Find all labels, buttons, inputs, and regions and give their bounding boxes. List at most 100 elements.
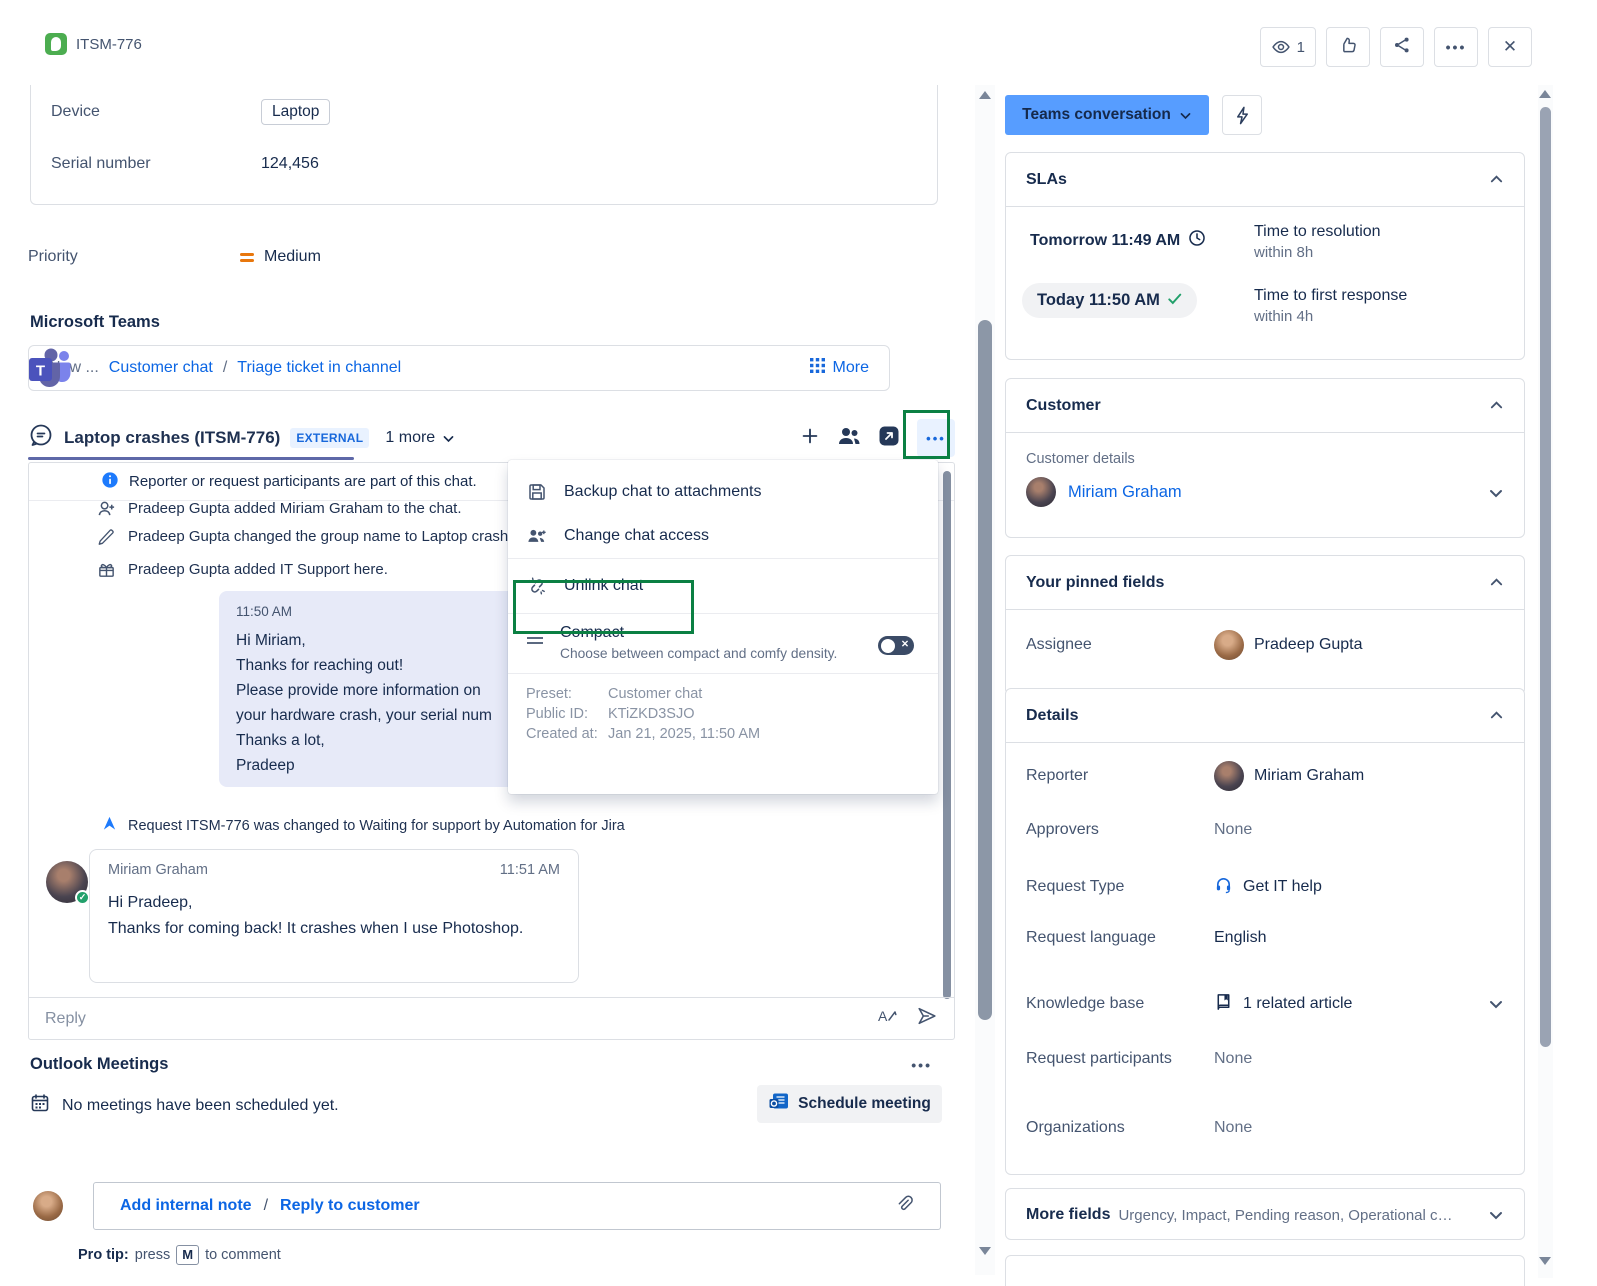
- chat-tab-bar: Laptop crashes (ITSM-776) EXTERNAL 1 mor…: [28, 416, 955, 460]
- send-icon[interactable]: [916, 1005, 938, 1032]
- knowledge-base-text: 1 related article: [1243, 995, 1353, 1012]
- chat-more-menu-button[interactable]: •••: [917, 419, 955, 457]
- request-type-icon: [45, 33, 67, 55]
- teams-link-separator: /: [222, 359, 228, 376]
- scroll-up-icon[interactable]: [979, 91, 991, 99]
- chevron-up-icon[interactable]: [1489, 172, 1504, 187]
- public-id-label: Public ID:: [526, 706, 589, 722]
- device-value[interactable]: Laptop: [261, 99, 331, 125]
- scroll-up-icon[interactable]: [1539, 90, 1551, 98]
- customer-chat-link[interactable]: Customer chat: [109, 359, 213, 377]
- chat-scrollbar-thumb[interactable]: [943, 471, 951, 999]
- details-header[interactable]: Details: [1006, 689, 1524, 743]
- request-type-value[interactable]: Get IT help: [1214, 875, 1322, 899]
- slas-card: SLAs Tomorrow 11:49 AM Time to resolutio…: [1005, 152, 1525, 360]
- teams-integration-row: T New ... Customer chat / Triage ticket …: [28, 345, 950, 391]
- watch-count: 1: [1296, 38, 1305, 56]
- request-language-value[interactable]: English: [1214, 929, 1266, 947]
- assignee-value[interactable]: Pradeep Gupta: [1214, 630, 1363, 660]
- close-button[interactable]: ✕: [1488, 27, 1532, 67]
- participants-icon[interactable]: [837, 425, 861, 452]
- main-scrollbar-thumb[interactable]: [978, 320, 992, 1020]
- request-language-row: Request language English: [1026, 929, 1504, 947]
- more-fields-title: More fields: [1026, 1206, 1111, 1223]
- customer-avatar[interactable]: ✓: [46, 861, 90, 905]
- menu-item-label: Backup chat to attachments: [564, 483, 762, 500]
- menu-item-label: Change chat access: [564, 527, 709, 544]
- customer-details-row[interactable]: Miriam Graham: [1026, 477, 1182, 507]
- scroll-down-icon[interactable]: [979, 1247, 991, 1255]
- chat-tab-title[interactable]: Laptop crashes (ITSM-776): [64, 428, 280, 448]
- open-in-teams-icon[interactable]: [877, 424, 901, 453]
- gift-icon: [96, 560, 116, 579]
- reply-input[interactable]: Reply: [45, 1010, 86, 1028]
- more-tabs-dropdown[interactable]: 1 more: [385, 429, 455, 447]
- automation-icon: [101, 815, 118, 836]
- pinned-fields-header[interactable]: Your pinned fields: [1006, 556, 1524, 610]
- reply-to-customer-link[interactable]: Reply to customer: [280, 1197, 420, 1215]
- organizations-value[interactable]: None: [1214, 1119, 1252, 1137]
- share-button[interactable]: [1380, 27, 1424, 67]
- no-meetings-text: No meetings have been scheduled yet.: [62, 1096, 339, 1114]
- message-line: Hi Pradeep,: [108, 894, 193, 911]
- chevron-down-icon[interactable]: [1488, 1207, 1504, 1223]
- sla-name-resolution: Time to resolution within 8h: [1254, 223, 1381, 261]
- add-tab-icon[interactable]: [799, 425, 821, 452]
- panel-scrollbar[interactable]: [1538, 85, 1553, 1278]
- approvers-value[interactable]: None: [1214, 821, 1252, 839]
- book-icon: [1214, 992, 1233, 1016]
- attach-icon[interactable]: [894, 1194, 914, 1219]
- chat-options-menu: Backup chat to attachments Change chat a…: [508, 460, 938, 794]
- message-time: 11:51 AM: [499, 862, 560, 878]
- request-type-label: Request Type: [1026, 878, 1125, 895]
- menu-item-change-access[interactable]: Change chat access: [508, 514, 938, 558]
- teams-conversation-button[interactable]: Teams conversation: [1005, 95, 1209, 135]
- main-scrollbar[interactable]: [975, 85, 995, 1275]
- chevron-up-icon[interactable]: [1489, 708, 1504, 723]
- customer-name-link[interactable]: Miriam Graham: [1068, 483, 1182, 502]
- triage-ticket-link[interactable]: Triage ticket in channel: [237, 359, 401, 377]
- chevron-up-icon[interactable]: [1489, 398, 1504, 413]
- menu-item-compact[interactable]: Compact Choose between compact and comfy…: [508, 614, 938, 673]
- automation-message: Request ITSM-776 was changed to Waiting …: [101, 815, 625, 836]
- serial-value[interactable]: 124,456: [261, 155, 319, 173]
- reporter-name: Miriam Graham: [1254, 767, 1365, 784]
- menu-item-unlink-chat[interactable]: Unlink chat: [508, 559, 938, 613]
- compact-toggle[interactable]: ✕: [878, 636, 914, 655]
- schedule-meeting-button[interactable]: Schedule meeting: [757, 1085, 942, 1123]
- reporter-label: Reporter: [1026, 767, 1089, 784]
- next-card-partial: [1005, 1255, 1525, 1286]
- format-text-icon[interactable]: A: [876, 1006, 898, 1031]
- teams-more-button[interactable]: More: [809, 358, 869, 378]
- request-participants-value[interactable]: None: [1214, 1050, 1252, 1068]
- automation-shortcut-button[interactable]: [1222, 95, 1262, 135]
- comment-box[interactable]: Add internal note / Reply to customer: [93, 1182, 941, 1230]
- issue-key[interactable]: ITSM-776: [76, 36, 142, 53]
- request-participants-label: Request participants: [1026, 1050, 1172, 1067]
- device-label: Device: [51, 103, 100, 120]
- chevron-down-icon[interactable]: [1488, 485, 1504, 501]
- more-actions-button[interactable]: •••: [1434, 27, 1478, 67]
- knowledge-base-value[interactable]: 1 related article: [1214, 992, 1352, 1016]
- slas-header[interactable]: SLAs: [1006, 153, 1524, 207]
- protip-pre: press: [134, 1247, 171, 1263]
- check-icon: [1168, 291, 1182, 310]
- priority-value[interactable]: Medium: [264, 248, 321, 266]
- more-fields-card[interactable]: More fields Urgency, Impact, Pending rea…: [1005, 1188, 1525, 1240]
- panel-scrollbar-thumb[interactable]: [1540, 107, 1551, 1047]
- scroll-down-icon[interactable]: [1539, 1257, 1551, 1265]
- issue-actions: 1 ••• ✕: [1259, 27, 1532, 67]
- priority-field: Priority Medium: [28, 248, 321, 266]
- outlook-more-icon[interactable]: •••: [911, 1057, 932, 1073]
- current-user-avatar[interactable]: [33, 1191, 63, 1221]
- like-button[interactable]: [1326, 27, 1370, 67]
- watch-button[interactable]: 1: [1259, 27, 1316, 67]
- breadcrumb: ITSM-776: [45, 33, 142, 55]
- chevron-down-icon[interactable]: [1488, 996, 1504, 1012]
- thumbs-up-icon: [1338, 35, 1358, 59]
- reporter-value[interactable]: Miriam Graham: [1214, 761, 1364, 791]
- add-internal-note-link[interactable]: Add internal note: [120, 1197, 252, 1215]
- menu-item-backup-chat[interactable]: Backup chat to attachments: [508, 470, 938, 514]
- customer-header[interactable]: Customer: [1006, 379, 1524, 433]
- chevron-up-icon[interactable]: [1489, 575, 1504, 590]
